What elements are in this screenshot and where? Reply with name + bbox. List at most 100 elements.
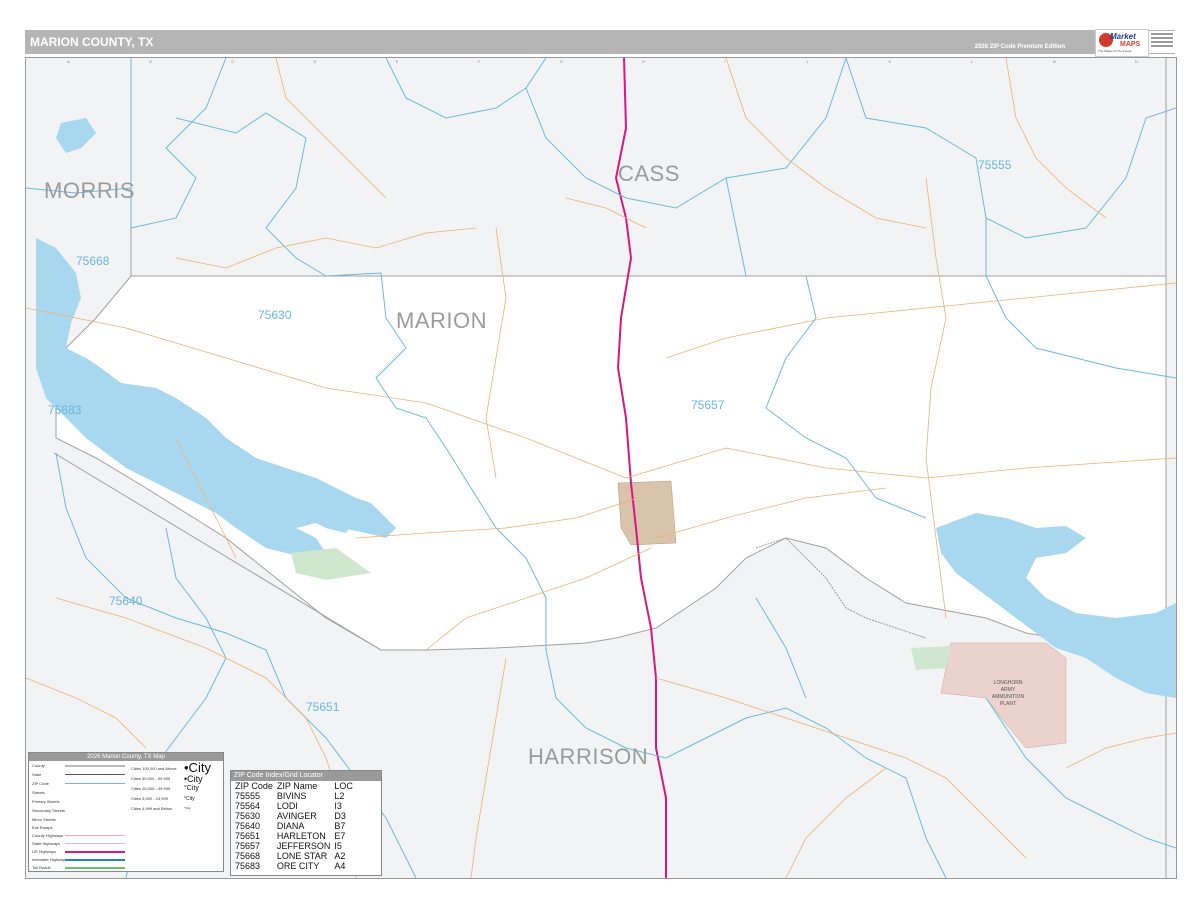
zip-label-75630: 75630: [258, 308, 292, 322]
grid-letter: D: [313, 59, 317, 64]
county-label-harrison: HARRISON: [528, 744, 649, 769]
grid-letter: G: [559, 59, 564, 64]
legend-row: County Highways: [32, 833, 64, 838]
legend-city-sample-xsmall: °City: [184, 796, 195, 802]
map-header: MARION COUNTY, TX 2026 ZIP Code Premium …: [25, 30, 1175, 54]
legend-row: Interstate Highways: [32, 857, 68, 862]
legend-city-size: Cities 25,000 - 49,999: [131, 786, 171, 791]
grid-letter: E: [395, 59, 399, 64]
grid-letter: K: [888, 59, 892, 64]
grid-letter: L: [970, 59, 973, 64]
legend-row: Minor Streets: [32, 817, 56, 822]
zip-label-75668: 75668: [76, 254, 110, 268]
county-label-morris: MORRIS: [44, 178, 135, 203]
legend-swatch-state-hwy: [65, 843, 125, 844]
table-row: 75668 LONE STAR A2: [233, 851, 355, 861]
table-row: 75564 LODI I3: [233, 801, 355, 811]
grid-letter: B: [149, 59, 152, 64]
legend-row: Exit Ramps: [32, 825, 53, 830]
map-title: MARION COUNTY, TX: [30, 35, 154, 49]
zip-loc-cell: L2: [334, 791, 345, 801]
legend-city-sample-medium: •City: [184, 774, 203, 784]
zip-code-cell: 75657: [235, 841, 261, 851]
table-row: 75651 HARLETON E7: [233, 831, 355, 841]
legend-city-size: Cities 4,999 and Below: [131, 806, 172, 811]
park-area-east: [911, 646, 951, 670]
legend-city-sample-small: °City: [184, 785, 199, 792]
zip-index-header: ZIP Name: [276, 781, 318, 791]
zip-loc-cell: I5: [334, 841, 342, 851]
zip-code-cell: 75651: [235, 831, 261, 841]
legend-city-size: Cities 50,000 - 99,999: [131, 776, 171, 781]
legend-swatch-county-hwy: [65, 835, 125, 836]
legend-swatch-zip: [65, 783, 125, 784]
jefferson-city-area: [617, 480, 677, 546]
logo-tagline: The Shape of The Future: [1098, 49, 1132, 53]
table-row: 75555 BIVINS L2: [233, 791, 355, 801]
zip-name-cell: HARLETON: [276, 831, 326, 841]
market-maps-logo: Market MAPS The Shape of The Future: [1095, 29, 1149, 57]
zip-index-header-row: ZIP Code ZIP Name LOC: [233, 781, 355, 791]
legend-row: County: [32, 763, 45, 768]
grid-letter: H: [642, 59, 645, 64]
legend-swatch-state: [65, 774, 125, 775]
zip-loc-cell: E7: [334, 831, 346, 841]
zip-name-cell: LODI: [276, 801, 298, 811]
legend-row: Primary Streets: [32, 799, 60, 804]
legend-swatch-county: [65, 765, 125, 767]
table-row: 75657 JEFFERSON I5: [233, 841, 355, 851]
legend-row: US Highways: [32, 849, 57, 854]
zip-name-cell: LONE STAR: [276, 851, 328, 861]
zip-label-75657: 75657: [691, 398, 725, 412]
zip-code-cell: 75640: [235, 821, 261, 831]
grid-letter: A: [67, 59, 70, 64]
legend-row: ZIP Code: [32, 781, 49, 786]
legend-swatch-toll: [65, 867, 125, 869]
grid-letter: J: [806, 59, 809, 64]
table-row: 75630 AVINGER D3: [233, 811, 355, 821]
legend-swatch-interstate: [65, 859, 125, 861]
longhorn-plant-label: LONGHORN ARMY AMMUNITION PLANT: [991, 680, 1025, 707]
legend-city-sample-tiny: °City: [184, 806, 191, 810]
legend-row: State: [32, 772, 42, 777]
legend-row: Toll Roads: [32, 865, 51, 870]
county-label-marion: MARION: [396, 308, 487, 333]
map-legend: 2026 Marion County, TX Map County State …: [28, 752, 224, 872]
legend-row: Streets: [32, 790, 45, 795]
grid-letter: I: [724, 59, 726, 64]
zip-index-grid: ZIP Code ZIP Name LOC 75555 BIVINS L2 7556…: [233, 781, 355, 871]
grid-letter: N: [1134, 59, 1138, 64]
zip-name-cell: ORE CITY: [276, 861, 320, 871]
zip-index-title: ZIP Code Index/Grid Locator: [231, 771, 381, 781]
zip-index-table: ZIP Code Index/Grid Locator ZIP Code ZIP…: [230, 770, 382, 876]
lake-northwest: [56, 118, 96, 153]
publisher-info: [1149, 31, 1175, 53]
legend-row: State Highways: [32, 841, 60, 846]
zip-name-cell: JEFFERSON: [276, 841, 331, 851]
zip-loc-cell: D3: [334, 811, 346, 821]
legend-swatch-us-hwy: [65, 851, 125, 853]
zip-loc-cell: A4: [334, 861, 346, 871]
zip-name-cell: BIVINS: [276, 791, 307, 801]
zip-loc-cell: A2: [334, 851, 346, 861]
zip-code-cell: 75555: [235, 791, 261, 801]
legend-city-size: Cities 5,000 - 24,999: [131, 796, 168, 801]
grid-letter: C: [231, 59, 235, 64]
edition-label: 2026 ZIP Code Premium Edition: [974, 44, 1065, 50]
zip-label-75651: 75651: [306, 700, 340, 714]
zip-loc-cell: I3: [334, 801, 342, 811]
zip-code-cell: 75668: [235, 851, 261, 861]
logo-brand-bottom: MAPS: [1120, 41, 1141, 48]
grid-letter: M: [1052, 59, 1057, 64]
legend-city-sample-large: •City: [184, 760, 211, 775]
zip-index-header: LOC: [334, 781, 353, 791]
table-row: 75640 DIANA B7: [233, 821, 355, 831]
zip-index-header: ZIP Code: [235, 781, 273, 791]
zip-label-75683: 75683: [48, 403, 82, 417]
zip-name-cell: AVINGER: [276, 811, 317, 821]
zip-loc-cell: B7: [334, 821, 346, 831]
zip-name-cell: DIANA: [276, 821, 305, 831]
table-row: 75683 ORE CITY A4: [233, 861, 355, 871]
logo-brand-top: Market: [1110, 32, 1136, 41]
zip-code-cell: 75630: [235, 811, 261, 821]
